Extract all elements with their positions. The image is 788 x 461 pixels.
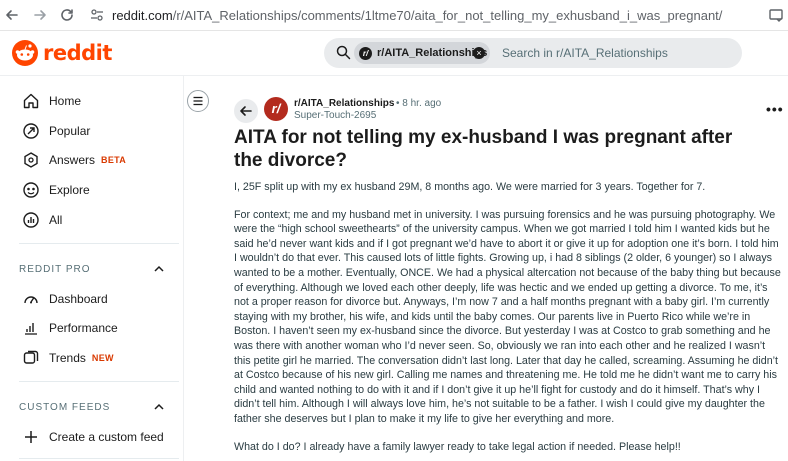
sidebar-item-label: Explore: [49, 183, 90, 197]
sidebar-item-label: Create a custom feed: [49, 430, 164, 444]
url-path: /r/AITA_Relationships/comments/1ltme70/a…: [172, 8, 723, 23]
url-host: reddit.com: [112, 8, 173, 23]
search-icon: [336, 45, 351, 60]
left-sidebar: Home Popular Answers BETA Explore All RE…: [0, 76, 184, 461]
post-paragraph: I, 25F split up with my ex husband 29M, …: [234, 181, 706, 193]
sidebar-item-label: Answers: [49, 153, 96, 167]
sidebar-divider: [19, 243, 179, 244]
sidebar-item-label: Trends: [49, 351, 86, 365]
sidebar-item-dashboard[interactable]: Dashboard: [22, 288, 108, 310]
post-paragraph: What do I do? I already have a family la…: [234, 440, 681, 453]
chevron-up-icon[interactable]: [153, 263, 165, 275]
sidebar-item-popular[interactable]: Popular: [22, 120, 90, 142]
sidebar-item-label: All: [49, 213, 63, 227]
sidebar-item-home[interactable]: Home: [22, 90, 81, 112]
arrow-left-icon: [240, 106, 252, 116]
subreddit-link[interactable]: r/AITA_Relationships: [294, 98, 394, 109]
dashboard-icon: [24, 296, 38, 304]
menu-icon: [193, 96, 203, 106]
all-icon: [23, 212, 39, 228]
post-author[interactable]: Super-Touch-2695: [294, 110, 376, 121]
reddit-header: reddit r/ r/AITA_Relationships × Search …: [0, 31, 788, 76]
reload-icon[interactable]: [59, 7, 75, 23]
search-bar[interactable]: r/ r/AITA_Relationships × Search in r/AI…: [324, 38, 742, 68]
popular-icon: [23, 123, 39, 139]
sidebar-divider: [19, 381, 179, 382]
back-button[interactable]: [234, 99, 258, 123]
subreddit-chip-icon: r/: [359, 46, 372, 60]
post-body: I, 25F split up with my ex husband 29M, …: [234, 180, 782, 461]
subreddit-chip-label: r/AITA_Relationships: [377, 47, 488, 59]
forward-arrow-icon[interactable]: [32, 7, 48, 23]
search-input[interactable]: Search in r/AITA_Relationships: [502, 46, 668, 60]
sidebar-item-label: Home: [49, 94, 82, 108]
explore-icon: [23, 182, 39, 198]
logo-text: reddit: [43, 41, 112, 65]
cast-icon[interactable]: [768, 7, 784, 23]
back-arrow-icon[interactable]: [4, 7, 20, 23]
chevron-up-icon[interactable]: [153, 401, 165, 413]
sidebar-item-trends[interactable]: Trends NEW: [22, 347, 114, 369]
performance-icon: [25, 323, 37, 335]
sidebar-divider: [19, 458, 179, 459]
subreddit-search-chip[interactable]: r/ r/AITA_Relationships ×: [354, 42, 490, 64]
address-bar[interactable]: reddit.com/r/AITA_Relationships/comments…: [112, 8, 722, 23]
post-title: AITA for not telling my ex-husband I was…: [234, 127, 733, 171]
beta-badge: BETA: [101, 155, 127, 165]
sidebar-item-label: Dashboard: [49, 292, 108, 306]
plus-icon: [25, 431, 37, 443]
sidebar-item-performance[interactable]: Performance: [22, 317, 118, 339]
reddit-pro-heading[interactable]: REDDIT PRO: [19, 264, 91, 275]
sidebar-item-label: Popular: [49, 124, 91, 138]
post-timestamp: • 8 hr. ago: [396, 98, 442, 109]
trends-icon: [23, 350, 39, 364]
site-settings-icon[interactable]: [90, 8, 104, 22]
sidebar-item-label: Performance: [49, 321, 118, 335]
post-paragraph: For context; me and my husband met in un…: [234, 208, 781, 425]
collapse-sidebar-button[interactable]: [187, 90, 209, 112]
clear-chip-icon[interactable]: ×: [473, 47, 485, 59]
home-icon: [23, 93, 39, 109]
subreddit-avatar[interactable]: r/: [264, 97, 288, 121]
sidebar-item-all[interactable]: All: [22, 209, 62, 231]
sidebar-item-answers[interactable]: Answers BETA: [22, 149, 126, 171]
custom-feeds-heading[interactable]: CUSTOM FEEDS: [19, 402, 110, 413]
sidebar-item-explore[interactable]: Explore: [22, 179, 90, 201]
create-custom-feed-button[interactable]: Create a custom feed: [22, 426, 164, 448]
browser-toolbar: reddit.com/r/AITA_Relationships/comments…: [0, 0, 788, 31]
snoo-icon: [12, 40, 38, 66]
reddit-logo[interactable]: reddit: [12, 40, 112, 66]
answers-icon: [24, 152, 38, 168]
more-options-button[interactable]: •••: [766, 101, 784, 117]
new-badge: NEW: [91, 353, 114, 363]
